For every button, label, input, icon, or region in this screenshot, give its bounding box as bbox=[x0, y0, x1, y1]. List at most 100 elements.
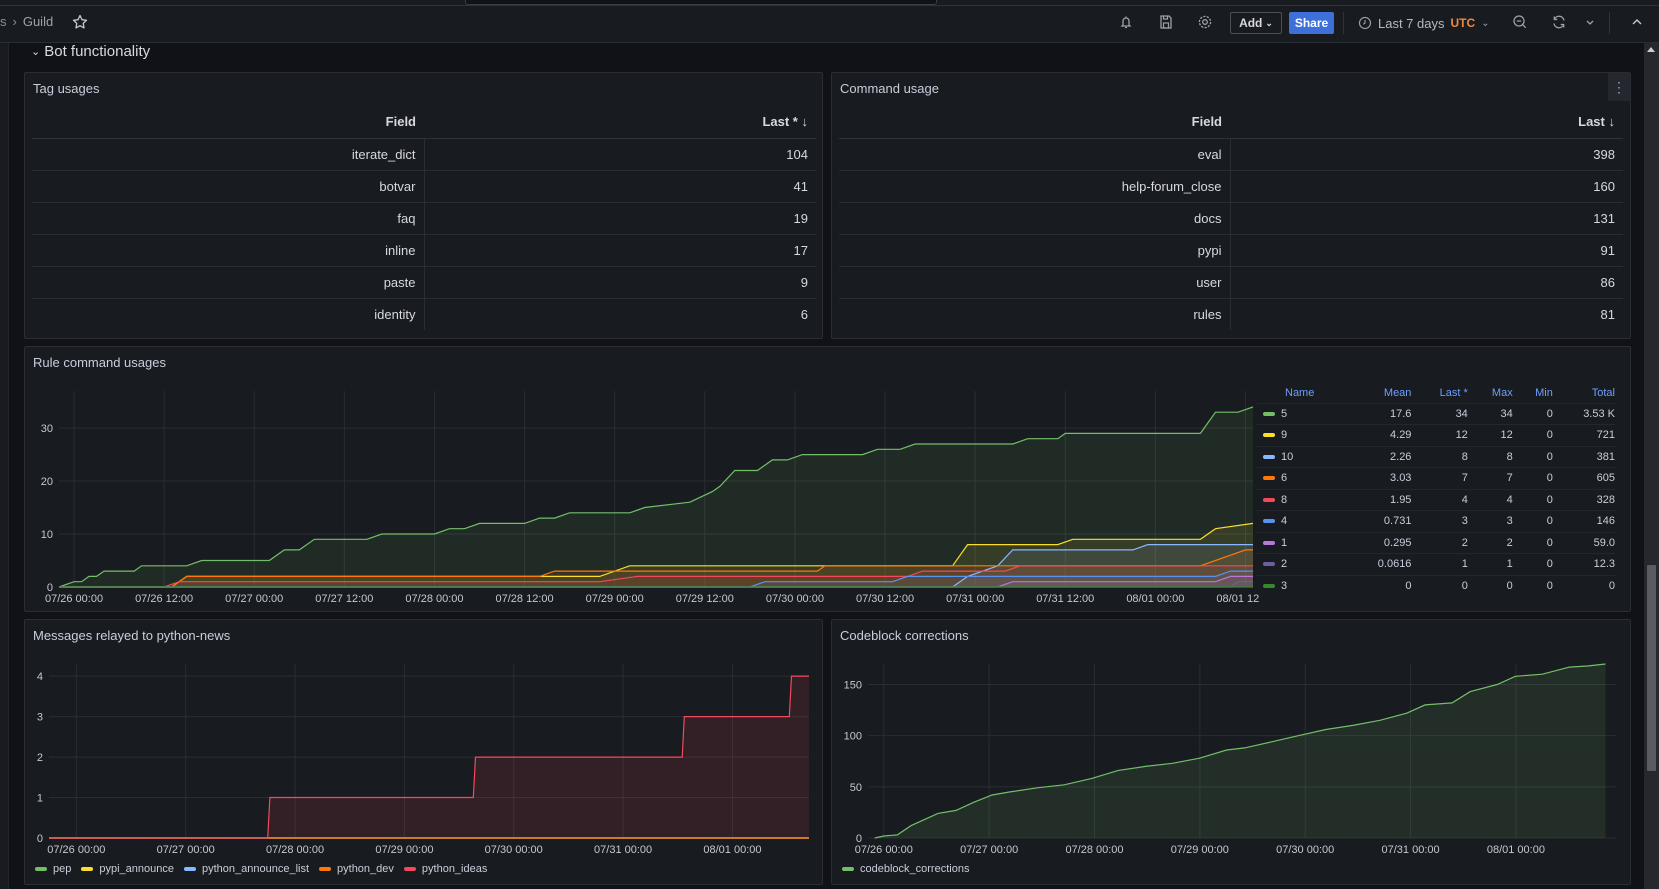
legend-row[interactable]: 4 0.731 3 3 0 146 bbox=[1257, 510, 1615, 532]
legend-series-name[interactable]: 4 bbox=[1257, 510, 1347, 532]
legend-header-last[interactable]: Last * bbox=[1411, 383, 1468, 403]
column-header-field[interactable]: Field bbox=[32, 106, 424, 139]
legend-series-name[interactable]: 8 bbox=[1257, 488, 1347, 511]
bell-icon[interactable] bbox=[1118, 14, 1134, 30]
legend-row[interactable]: 9 4.29 12 12 0 721 bbox=[1257, 424, 1615, 446]
row-title: Bot functionality bbox=[44, 43, 151, 60]
legend-item[interactable]: pypi_announce bbox=[81, 863, 174, 875]
breadcrumb-parent[interactable]: s bbox=[0, 14, 7, 29]
refresh-interval-chevron-icon[interactable] bbox=[1584, 14, 1596, 30]
breadcrumb-current[interactable]: Guild bbox=[23, 14, 53, 29]
legend-row[interactable]: 6 3.03 7 7 0 605 bbox=[1257, 467, 1615, 489]
legend-row[interactable]: 1 0.295 2 2 0 59.0 bbox=[1257, 531, 1615, 554]
search-bar[interactable] bbox=[465, 0, 937, 5]
legend-header-name[interactable]: Name bbox=[1257, 383, 1346, 403]
legend-row[interactable]: 5 17.6 34 34 0 3.53 K bbox=[1257, 402, 1615, 425]
save-icon[interactable] bbox=[1158, 14, 1174, 30]
panel-messages-relayed: Messages relayed to python-news 0 1 2 3 4 07/… bbox=[24, 619, 823, 885]
table-row[interactable]: help-forum_close 160 bbox=[839, 170, 1623, 203]
legend-series-name[interactable]: 2 bbox=[1257, 553, 1347, 575]
legend-item[interactable]: pep bbox=[35, 863, 71, 875]
legend-label: pypi_announce bbox=[99, 863, 174, 875]
panel-menu-icon[interactable]: ⋮ bbox=[1608, 73, 1630, 101]
add-button[interactable]: Add ⌄ bbox=[1230, 12, 1282, 34]
legend-item[interactable]: python_dev bbox=[319, 863, 394, 875]
table-row[interactable]: faq 19 bbox=[32, 202, 816, 235]
table-row[interactable]: botvar 41 bbox=[32, 170, 816, 203]
gear-icon[interactable] bbox=[1197, 14, 1213, 30]
cell-field: user bbox=[839, 266, 1231, 299]
messages-relayed-chart[interactable]: 0 1 2 3 4 07/26 00:00 07/27 00:00 07/28 00:00 07… bbox=[25, 620, 824, 860]
legend-series-name[interactable]: 6 bbox=[1257, 467, 1347, 489]
table-row[interactable]: user 86 bbox=[839, 266, 1623, 299]
legend-min: 0 bbox=[1512, 574, 1553, 597]
series-color-swatch bbox=[403, 867, 416, 871]
cell-field: docs bbox=[839, 202, 1231, 235]
legend-header-min[interactable]: Min bbox=[1513, 383, 1553, 403]
legend-label: codeblock_corrections bbox=[860, 863, 970, 875]
table-row[interactable]: identity 6 bbox=[32, 298, 816, 330]
legend-header-total[interactable]: Total bbox=[1553, 383, 1615, 403]
table-row[interactable]: iterate_dict 104 bbox=[32, 138, 816, 171]
refresh-icon[interactable] bbox=[1551, 14, 1567, 30]
legend-header-mean[interactable]: Mean bbox=[1346, 383, 1412, 403]
legend-item[interactable]: codeblock_corrections bbox=[842, 863, 969, 875]
x-tick-label: 08/01 00:00 bbox=[1487, 844, 1545, 856]
row-header-bot-functionality[interactable]: ⌄ Bot functionality bbox=[31, 43, 150, 60]
table-row[interactable]: paste 9 bbox=[32, 266, 816, 299]
legend-max: 1 bbox=[1467, 553, 1513, 575]
table-row[interactable]: rules 81 bbox=[839, 298, 1623, 330]
legend-min: 0 bbox=[1512, 531, 1553, 554]
legend-mean: 0.731 bbox=[1346, 510, 1412, 532]
chevron-down-icon: ⌄ bbox=[1481, 17, 1490, 29]
legend-row[interactable]: 2 0.0616 1 1 0 12.3 bbox=[1257, 553, 1615, 575]
x-tick-label: 07/27 12:00 bbox=[315, 593, 373, 605]
series-color-swatch bbox=[1263, 411, 1275, 416]
legend-series-name[interactable]: 1 bbox=[1257, 531, 1347, 554]
star-icon[interactable] bbox=[72, 14, 88, 30]
scroll-up-arrow-icon[interactable] bbox=[1647, 47, 1655, 52]
y-tick-label: 2 bbox=[37, 752, 43, 764]
legend-series-name[interactable]: 5 bbox=[1257, 402, 1347, 425]
legend-total: 3.53 K bbox=[1552, 402, 1615, 425]
legend-series-name[interactable]: 3 bbox=[1257, 574, 1347, 597]
legend-row[interactable]: 8 1.95 4 4 0 328 bbox=[1257, 488, 1615, 511]
zoom-out-icon[interactable] bbox=[1512, 14, 1528, 30]
table-row[interactable]: pypi 91 bbox=[839, 234, 1623, 267]
codeblock-corrections-chart[interactable]: 05010015007/26 00:00 07/27 00:00 07/28 00:… bbox=[832, 620, 1632, 860]
series-name: 9 bbox=[1281, 429, 1288, 442]
legend-row[interactable]: 300000 bbox=[1257, 574, 1615, 597]
cell-field: botvar bbox=[32, 170, 425, 203]
x-tick-label: 07/28 00:00 bbox=[405, 593, 463, 605]
legend-header-max[interactable]: Max bbox=[1468, 383, 1513, 403]
table-row[interactable]: docs 131 bbox=[839, 202, 1623, 235]
cell-value: 81 bbox=[1600, 306, 1615, 322]
legend-series-name[interactable]: 9 bbox=[1257, 424, 1347, 446]
table-row[interactable]: inline 17 bbox=[32, 234, 816, 267]
page-scrollbar[interactable] bbox=[1644, 43, 1659, 889]
time-range-picker[interactable]: Last 7 days UTC ⌄ bbox=[1358, 13, 1490, 33]
y-tick-label: 4 bbox=[37, 671, 43, 683]
column-header-field[interactable]: Field bbox=[839, 106, 1230, 139]
chart-legend: codeblock_corrections bbox=[842, 863, 969, 875]
series-color-swatch bbox=[842, 867, 854, 871]
y-tick-label: 1 bbox=[37, 793, 43, 805]
collapse-chevron-up-icon[interactable] bbox=[1630, 14, 1644, 30]
column-header-last[interactable]: Last * ↓ bbox=[424, 106, 816, 139]
legend-min: 0 bbox=[1512, 424, 1553, 446]
legend-min: 0 bbox=[1512, 553, 1553, 575]
column-header-last[interactable]: Last ↓ bbox=[1230, 106, 1623, 139]
legend-series-name[interactable]: 10 bbox=[1257, 445, 1347, 468]
y-tick-label: 3 bbox=[37, 712, 43, 724]
share-button[interactable]: Share bbox=[1289, 12, 1334, 34]
x-tick-label: 07/28 12:00 bbox=[496, 593, 554, 605]
scrollbar-thumb[interactable] bbox=[1647, 565, 1656, 771]
add-label: Add bbox=[1239, 16, 1263, 30]
legend-row[interactable]: 10 2.26 8 8 0 381 bbox=[1257, 445, 1615, 468]
legend-item[interactable]: python_ideas bbox=[403, 863, 487, 875]
table-row[interactable]: eval 398 bbox=[839, 138, 1623, 171]
legend-total: 381 bbox=[1552, 445, 1615, 468]
rule-command-chart[interactable]: 010203007/26 00:00 07/26 12:00 07/27 00:00… bbox=[25, 347, 1260, 613]
legend-item[interactable]: python_announce_list bbox=[183, 863, 309, 875]
series-color-swatch bbox=[319, 867, 332, 871]
